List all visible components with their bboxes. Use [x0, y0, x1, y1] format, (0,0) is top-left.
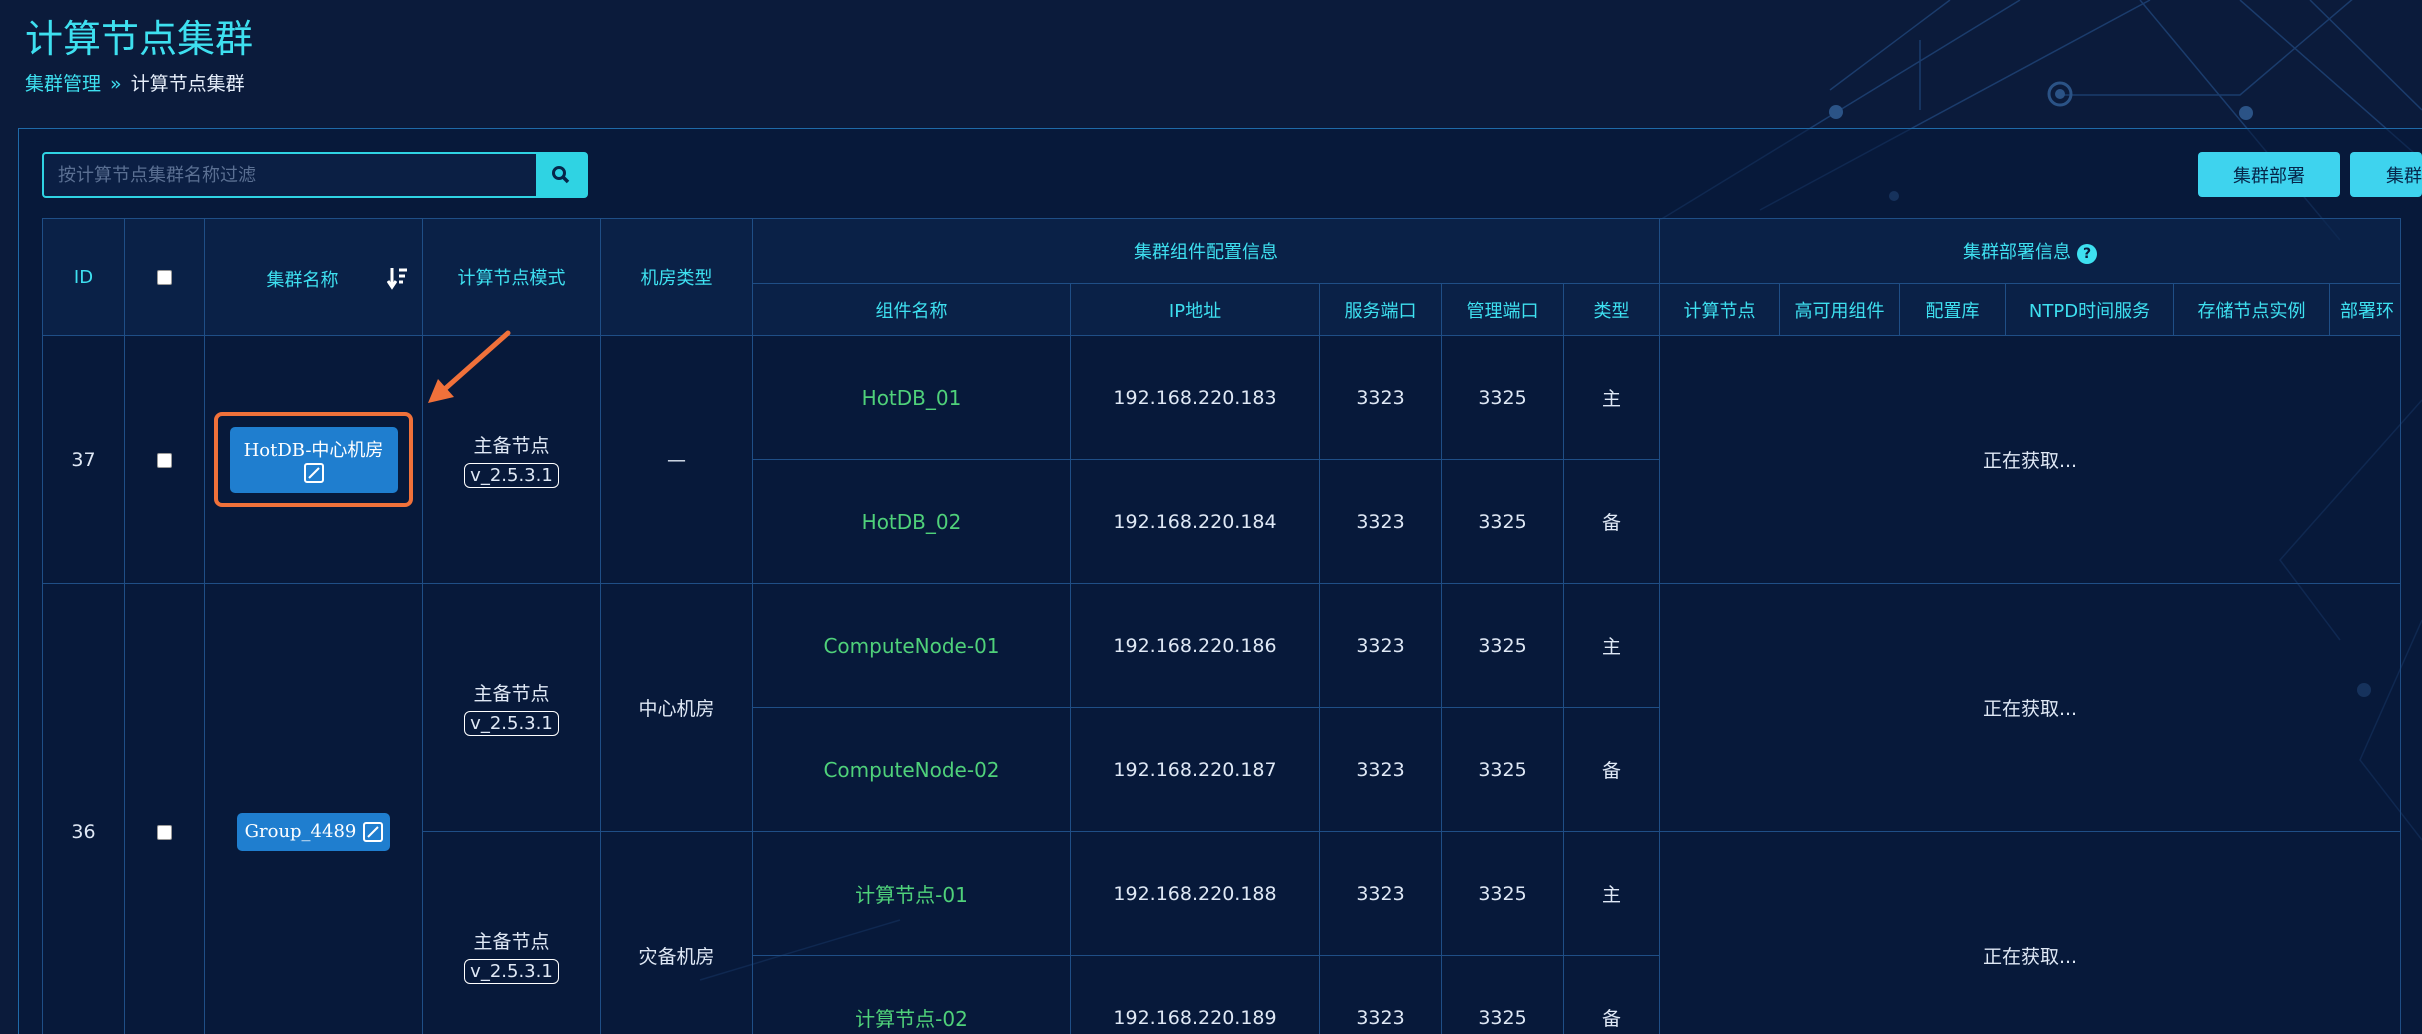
- component-ip: 192.168.220.184: [1070, 459, 1320, 584]
- col-deploy-env: 部署环: [2329, 283, 2401, 336]
- row-name-cell: Group_4489: [204, 583, 423, 1034]
- breadcrumb: 集群管理 » 计算节点集群: [25, 69, 245, 96]
- col-id-header: ID: [42, 218, 125, 336]
- component-name: HotDB_01: [752, 335, 1071, 460]
- cluster-name-label: Group_4489: [244, 821, 357, 842]
- mode-label: 主备节点: [473, 435, 550, 457]
- component-manage-port: 3325: [1441, 459, 1564, 584]
- component-type: 主: [1563, 583, 1660, 708]
- component-service-port: 3323: [1319, 459, 1442, 584]
- component-manage-port: 3325: [1441, 707, 1564, 832]
- col-compute-node: 计算节点: [1659, 283, 1780, 336]
- deploy-status: 正在获取...: [1659, 831, 2401, 1034]
- version-badge: v_2.5.3.1: [464, 711, 559, 736]
- col-config-db: 配置库: [1899, 283, 2006, 336]
- component-name: ComputeNode-02: [752, 707, 1071, 832]
- breadcrumb-separator: »: [110, 73, 122, 95]
- component-ip: 192.168.220.189: [1070, 955, 1320, 1034]
- row-room: 灾备机房: [600, 831, 753, 1034]
- component-type: 主: [1563, 831, 1660, 956]
- component-ip: 192.168.220.183: [1070, 335, 1320, 460]
- select-all-checkbox[interactable]: [157, 270, 172, 285]
- component-ip: 192.168.220.187: [1070, 707, 1320, 832]
- col-name-label: 集群名称: [266, 270, 339, 291]
- component-name: HotDB_02: [752, 459, 1071, 584]
- highlight-box: [214, 412, 413, 507]
- col-ip: IP地址: [1070, 283, 1320, 336]
- mode-label: 主备节点: [473, 931, 550, 953]
- search-box: [42, 152, 588, 198]
- component-type: 主: [1563, 335, 1660, 460]
- col-component-name: 组件名称: [752, 283, 1071, 336]
- component-service-port: 3323: [1319, 335, 1442, 460]
- col-ntpd: NTPD时间服务: [2005, 283, 2174, 336]
- col-name-header: 集群名称: [204, 218, 423, 336]
- row-id: 36: [42, 583, 125, 1034]
- component-manage-port: 3325: [1441, 583, 1564, 708]
- deploy-status: 正在获取...: [1659, 335, 2401, 584]
- deploy-status: 正在获取...: [1659, 583, 2401, 832]
- col-service-port: 服务端口: [1319, 283, 1442, 336]
- sort-icon[interactable]: [386, 266, 409, 290]
- col-mode-header: 计算节点模式: [422, 218, 601, 336]
- component-type: 备: [1563, 459, 1660, 584]
- component-service-port: 3323: [1319, 955, 1442, 1034]
- table-row[interactable]: 36 Group_4489 主备节点 v_2.5.3.1 中心机房 Compute…: [42, 583, 2401, 1034]
- deploy-group-header: 集群部署信息?: [1659, 218, 2401, 284]
- row-select: [124, 583, 205, 1034]
- cluster-table: ID 集群名称 计算节点模式 机房类型 集群组件配置信息 集群部署信息? 组件名…: [42, 218, 2401, 1034]
- version-badge: v_2.5.3.1: [464, 463, 559, 488]
- component-group-header: 集群组件配置信息: [752, 218, 1660, 284]
- col-type: 类型: [1563, 283, 1660, 336]
- component-type: 备: [1563, 955, 1660, 1034]
- component-manage-port: 3325: [1441, 335, 1564, 460]
- deploy-group-label: 集群部署信息: [1963, 242, 2071, 263]
- component-name: 计算节点-02: [752, 955, 1071, 1034]
- version-badge: v_2.5.3.1: [464, 959, 559, 984]
- row-id: 37: [42, 335, 125, 584]
- cluster-name-button[interactable]: Group_4489: [236, 812, 391, 851]
- search-button[interactable]: [536, 154, 586, 196]
- col-room-header: 机房类型: [600, 218, 753, 336]
- annotation-arrow: [428, 330, 511, 403]
- col-ha: 高可用组件: [1779, 283, 1900, 336]
- cluster-second-button[interactable]: 集群: [2350, 152, 2422, 197]
- component-name: 计算节点-01: [752, 831, 1071, 956]
- component-type: 备: [1563, 707, 1660, 832]
- component-manage-port: 3325: [1441, 955, 1564, 1034]
- mode-label: 主备节点: [473, 683, 550, 705]
- page-title: 计算节点集群: [25, 17, 254, 61]
- search-icon: [552, 166, 570, 184]
- row-mode-cell: 主备节点 v_2.5.3.1: [422, 831, 601, 1034]
- row-checkbox[interactable]: [157, 452, 172, 468]
- col-manage-port: 管理端口: [1441, 283, 1564, 336]
- row-room: 中心机房: [600, 583, 753, 832]
- row-select: [124, 335, 205, 584]
- help-icon[interactable]: ?: [2077, 244, 2097, 264]
- search-input[interactable]: [44, 154, 536, 196]
- component-name: ComputeNode-01: [752, 583, 1071, 708]
- col-select-all: [124, 218, 205, 336]
- cluster-deploy-button[interactable]: 集群部署: [2198, 152, 2340, 197]
- row-checkbox[interactable]: [157, 824, 172, 840]
- component-service-port: 3323: [1319, 707, 1442, 832]
- row-room: —: [600, 335, 753, 584]
- row-mode-cell: 主备节点 v_2.5.3.1: [422, 583, 601, 832]
- component-service-port: 3323: [1319, 831, 1442, 956]
- component-service-port: 3323: [1319, 583, 1442, 708]
- breadcrumb-current: 计算节点集群: [130, 73, 245, 95]
- component-ip: 192.168.220.186: [1070, 583, 1320, 708]
- col-storage: 存储节点实例: [2173, 283, 2330, 336]
- edit-icon: [363, 821, 384, 842]
- component-manage-port: 3325: [1441, 831, 1564, 956]
- component-ip: 192.168.220.188: [1070, 831, 1320, 956]
- breadcrumb-parent-link[interactable]: 集群管理: [25, 73, 101, 95]
